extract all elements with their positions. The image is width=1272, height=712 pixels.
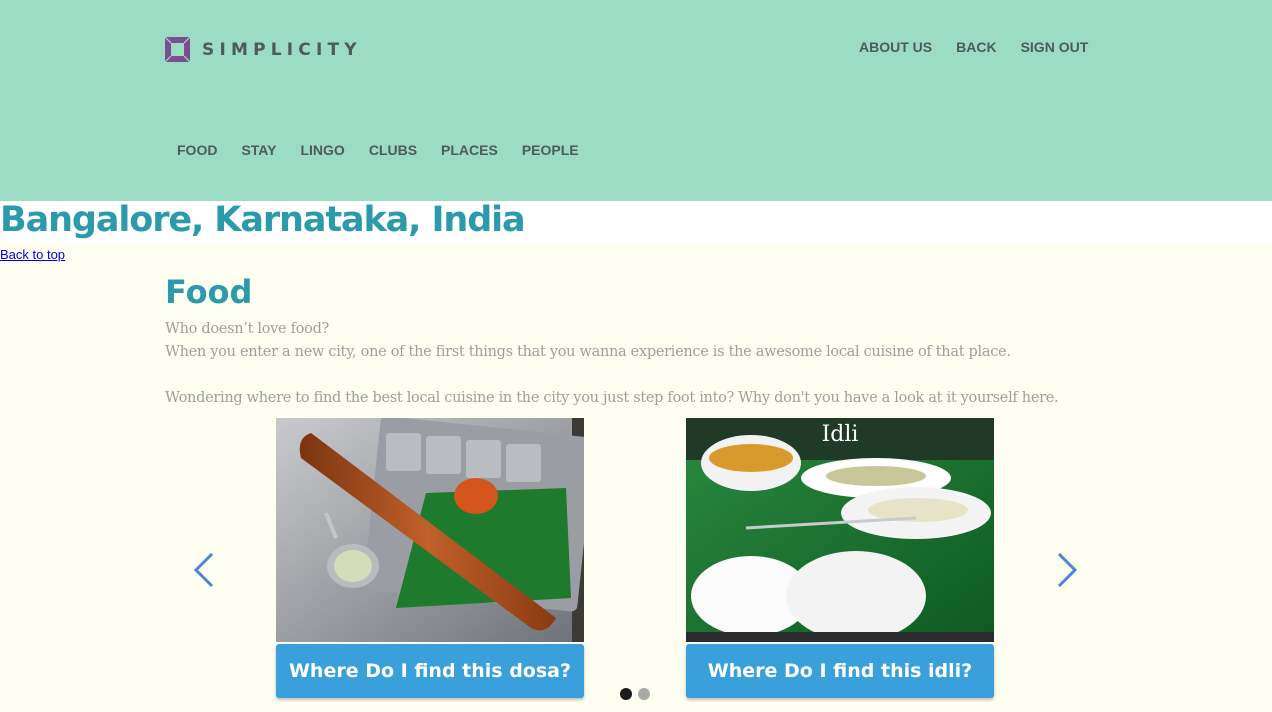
nav-clubs[interactable]: CLUBS <box>369 142 417 158</box>
find-dosa-button[interactable]: Where Do I find this dosa? <box>276 644 584 698</box>
food-intro-line-2: When you enter a new city, one of the fi… <box>165 344 1011 360</box>
nav-places[interactable]: PLACES <box>441 142 498 158</box>
back-to-top-link[interactable]: Back to top <box>0 247 65 262</box>
logo-mark-icon <box>164 36 191 63</box>
find-idli-button[interactable]: Where Do I find this idli? <box>686 644 994 698</box>
carousel-dot-1[interactable] <box>620 688 632 700</box>
city-title: Bangalore, Karnataka, India <box>0 200 526 240</box>
nav-lingo[interactable]: LINGO <box>300 142 344 158</box>
carousel-dot-2[interactable] <box>638 688 650 700</box>
nav-sign-out[interactable]: SIGN OUT <box>1021 39 1089 55</box>
nav-about-us[interactable]: ABOUT US <box>859 39 932 55</box>
food-intro-line-3: Wondering where to find the best local c… <box>165 390 1059 406</box>
nav-people[interactable]: PEOPLE <box>522 142 579 158</box>
nav-stay[interactable]: STAY <box>241 142 276 158</box>
top-nav: ABOUT US BACK SIGN OUT <box>859 39 1112 55</box>
idli-caption: Idli <box>822 422 859 447</box>
idli-photo[interactable]: Idli <box>686 418 994 642</box>
section-heading-food: Food <box>165 273 253 311</box>
nav-back[interactable]: BACK <box>956 39 996 55</box>
site-header: SIMPLICITY ABOUT US BACK SIGN OUT FOOD S… <box>0 0 1272 201</box>
brand-name: SIMPLICITY <box>202 39 362 60</box>
carousel-prev-arrow-icon[interactable] <box>192 552 216 588</box>
food-intro-line-1: Who doesn’t love food? <box>165 321 330 337</box>
nav-food[interactable]: FOOD <box>177 142 217 158</box>
brand-logo[interactable]: SIMPLICITY <box>164 36 362 63</box>
main-nav: FOOD STAY LINGO CLUBS PLACES PEOPLE <box>177 142 603 158</box>
carousel-next-arrow-icon[interactable] <box>1055 552 1079 588</box>
dosa-photo[interactable] <box>276 418 584 642</box>
